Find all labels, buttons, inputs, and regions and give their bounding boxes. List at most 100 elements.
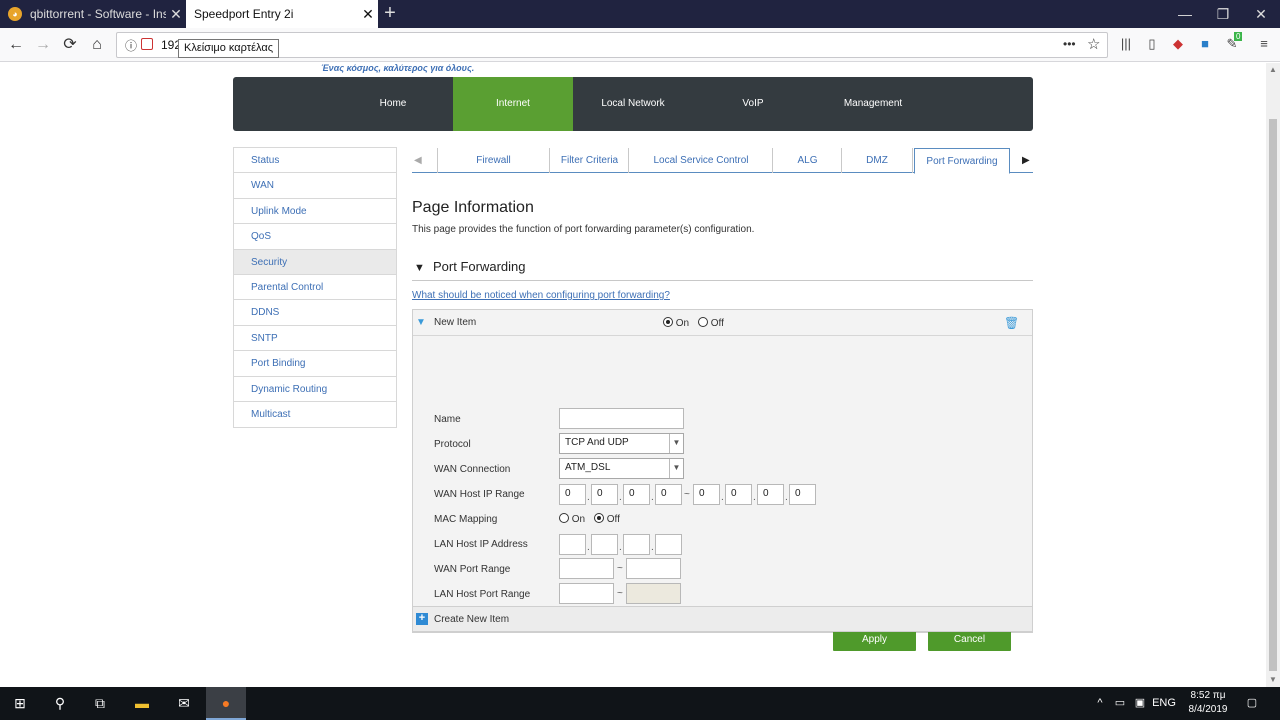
scroll-down-arrow-icon[interactable]: ▼ — [1266, 675, 1280, 684]
wan-ip-start-octet-4[interactable]: 0 — [655, 484, 682, 505]
lan-port-start-input[interactable] — [559, 583, 614, 604]
sidebar-item-wan[interactable]: WAN — [234, 173, 396, 199]
browser-tab-speedport[interactable]: Speedport Entry 2i ✕ — [186, 0, 378, 28]
extension-badge-count: 0 — [1234, 32, 1243, 41]
insecure-lock-icon[interactable] — [141, 38, 153, 50]
forward-button[interactable]: → — [31, 33, 55, 57]
notification-icon[interactable]: ▢ — [1242, 687, 1262, 720]
tab-port-forwarding[interactable]: Port Forwarding — [914, 148, 1010, 174]
site-info-icon[interactable]: ⓘ — [125, 37, 137, 54]
clock[interactable]: 8:52 πμ 8/4/2019 — [1180, 689, 1236, 717]
minimize-button[interactable]: — — [1166, 0, 1204, 28]
tab-filter-criteria[interactable]: Filter Criteria — [549, 148, 629, 173]
wan-ip-start-octet-1[interactable]: 0 — [559, 484, 586, 505]
search-icon[interactable]: ⚲ — [40, 687, 80, 720]
wan-connection-label: WAN Connection — [434, 464, 511, 475]
mac-on-radio[interactable] — [559, 513, 569, 523]
close-window-button[interactable]: ✕ — [1242, 0, 1280, 28]
wan-port-end-input[interactable] — [626, 558, 681, 579]
lan-ip-octet-2[interactable] — [591, 534, 618, 555]
new-item-label: New Item — [434, 317, 477, 328]
close-tab-icon[interactable]: ✕ — [358, 6, 378, 23]
reload-button[interactable]: ⟳ — [58, 33, 82, 57]
wan-ip-end-octet-3[interactable]: 0 — [757, 484, 784, 505]
file-explorer-icon[interactable]: ▬ — [122, 687, 162, 720]
sidebar-item-ddns[interactable]: DDNS — [234, 300, 396, 326]
create-new-item-row[interactable]: + Create New Item — [412, 606, 1033, 632]
main-nav-internet[interactable]: Internet — [453, 77, 573, 131]
bookmark-star-icon[interactable]: ☆ — [1087, 35, 1100, 53]
library-icon[interactable]: ||| — [1116, 36, 1136, 51]
octet-separator: . — [721, 492, 724, 503]
expand-triangle-icon[interactable]: ▼ — [416, 317, 426, 328]
mail-icon[interactable]: ✉ — [164, 687, 204, 720]
language-indicator[interactable]: ENG — [1152, 687, 1176, 720]
scrollbar-thumb[interactable] — [1269, 119, 1277, 671]
lan-ip-octet-1[interactable] — [559, 534, 586, 555]
main-nav-local-network[interactable]: Local Network — [573, 77, 693, 131]
sidebar-item-port-binding[interactable]: Port Binding — [234, 351, 396, 377]
sidebar-item-multicast[interactable]: Multicast — [234, 402, 396, 427]
windows-start-icon[interactable]: ⊞ — [0, 687, 40, 720]
clock-date: 8/4/2019 — [1188, 704, 1228, 715]
home-button[interactable]: ⌂ — [85, 33, 109, 57]
lan-ip-octet-3[interactable] — [623, 534, 650, 555]
item-enable-radio-group: On Off — [663, 317, 724, 329]
tab-firewall[interactable]: Firewall — [437, 148, 549, 173]
sidebar-item-parental-control[interactable]: Parental Control — [234, 275, 396, 301]
browser-tab-qbittorrent[interactable]: ◕ qbittorrent - Software - Insom ✕ — [0, 0, 186, 28]
tab-dmz[interactable]: DMZ — [841, 148, 913, 173]
sidebar-item-dynamic-routing[interactable]: Dynamic Routing — [234, 377, 396, 402]
wan-ip-end-octet-2[interactable]: 0 — [725, 484, 752, 505]
plus-icon[interactable]: + — [416, 613, 428, 625]
collapse-triangle-icon[interactable]: ▼ — [414, 262, 425, 274]
new-tab-button[interactable]: + — [380, 2, 400, 25]
lan-ip-octet-4[interactable] — [655, 534, 682, 555]
sidebar-item-qos[interactable]: QoS — [234, 224, 396, 250]
mac-off-radio[interactable] — [593, 513, 604, 523]
sidebar-item-uplink-mode[interactable]: Uplink Mode — [234, 199, 396, 225]
wan-connection-select[interactable]: ATM_DSL ▼ — [559, 458, 684, 479]
item-off-radio[interactable] — [697, 317, 708, 327]
firefox-icon[interactable]: ● — [206, 687, 246, 720]
main-nav-home[interactable]: Home — [333, 77, 453, 131]
maximize-button[interactable]: ❐ — [1204, 0, 1242, 28]
main-nav-management[interactable]: Management — [813, 77, 933, 131]
tab-alg[interactable]: ALG — [772, 148, 842, 173]
name-input[interactable] — [559, 408, 684, 429]
port-forwarding-header[interactable]: ▼ Port Forwarding — [412, 257, 1033, 281]
close-tab-icon[interactable]: ✕ — [166, 6, 186, 23]
wan-ip-end-octet-1[interactable]: 0 — [693, 484, 720, 505]
trash-icon[interactable]: 🗑 — [1004, 316, 1019, 330]
create-new-item-label[interactable]: Create New Item — [434, 614, 509, 625]
scroll-up-arrow-icon[interactable]: ▲ — [1266, 65, 1280, 74]
wan-port-start-input[interactable] — [559, 558, 614, 579]
vertical-scrollbar[interactable]: ▲ ▼ — [1266, 63, 1280, 687]
page-title: Page Information — [412, 199, 534, 216]
item-on-radio[interactable] — [663, 317, 673, 327]
network-icon[interactable]: ▣ — [1132, 687, 1148, 720]
wan-ip-start-octet-2[interactable]: 0 — [591, 484, 618, 505]
battery-icon[interactable]: ▭ — [1112, 687, 1128, 720]
ublock-icon[interactable]: ◆ — [1168, 36, 1188, 52]
sidebar-item-status[interactable]: Status — [234, 148, 396, 174]
subtab-next-arrow-icon[interactable]: ▶ — [1022, 148, 1030, 173]
wan-ip-end-octet-4[interactable]: 0 — [789, 484, 816, 505]
sidebar-icon[interactable]: ▯ — [1142, 36, 1162, 52]
extension-badge-icon[interactable]: ✎ 0 — [1222, 32, 1243, 52]
back-button[interactable]: ← — [4, 33, 28, 57]
sidebar-item-sntp[interactable]: SNTP — [234, 326, 396, 352]
wan-ip-start-octet-3[interactable]: 0 — [623, 484, 650, 505]
chevron-down-icon: ▼ — [669, 459, 683, 478]
main-nav-voip[interactable]: VoIP — [693, 77, 813, 131]
tray-chevron-up-icon[interactable]: ^ — [1092, 687, 1108, 720]
menu-hamburger-icon[interactable]: ≡ — [1254, 36, 1274, 51]
page-actions-icon[interactable]: ••• — [1063, 37, 1076, 51]
protocol-select[interactable]: TCP And UDP ▼ — [559, 433, 684, 454]
octet-separator: . — [587, 542, 590, 553]
help-link[interactable]: What should be noticed when configuring … — [412, 290, 670, 301]
task-view-icon[interactable]: ⧉ — [80, 687, 120, 720]
tab-local-service-control[interactable]: Local Service Control — [628, 148, 773, 173]
sidebar-item-security[interactable]: Security — [234, 249, 396, 275]
extension-s-icon[interactable]: ■ — [1195, 36, 1215, 51]
